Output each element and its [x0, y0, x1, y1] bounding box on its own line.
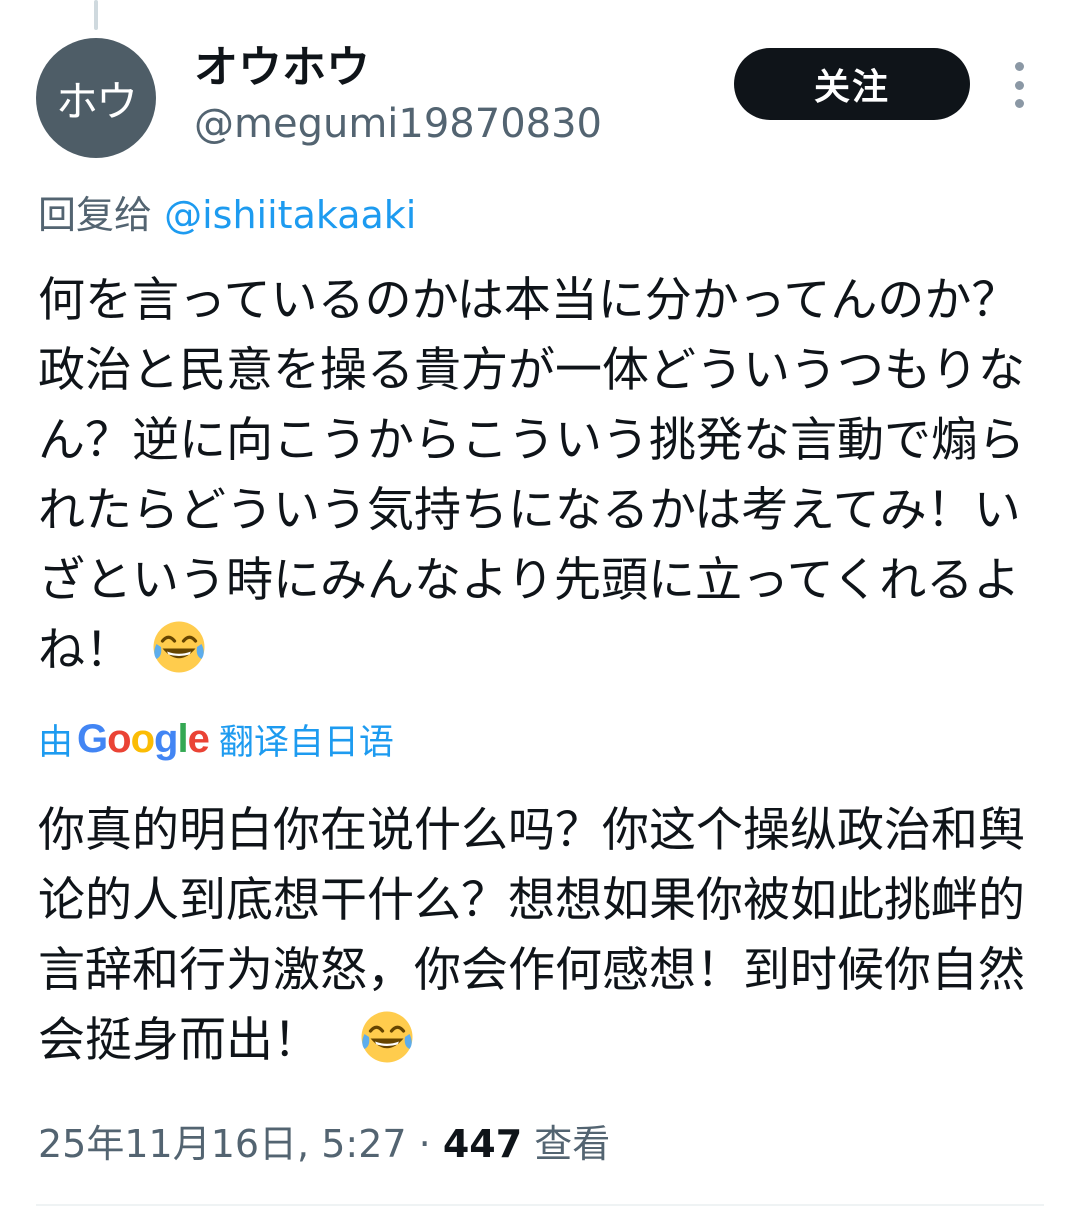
- reply-prefix: 回复给: [38, 193, 153, 237]
- view-count[interactable]: 447: [443, 1122, 522, 1166]
- more-vertical-icon: [1014, 62, 1024, 71]
- reply-mention-link[interactable]: @ishiitakaaki: [164, 193, 416, 237]
- divider: [36, 1204, 1044, 1206]
- more-options-button[interactable]: [1004, 62, 1034, 108]
- follow-button[interactable]: 关注: [734, 48, 970, 120]
- tweet-timestamp[interactable]: 25年11月16日, 5:27: [38, 1122, 407, 1166]
- meta-separator: ·: [406, 1122, 443, 1166]
- google-logo: Google: [77, 716, 210, 761]
- tweet-text-original: 何を言っているのかは本当に分かってんのか？政治と民意を操る貴方が一体どういうつも…: [38, 266, 1038, 686]
- face-with-tears-of-joy-icon: [361, 1011, 413, 1063]
- face-with-tears-of-joy-icon: [153, 621, 205, 673]
- author-display-name[interactable]: オウホウ: [194, 40, 370, 96]
- translate-suffix: 翻译自日语: [218, 722, 394, 763]
- view-label[interactable]: 查看: [534, 1122, 610, 1166]
- more-vertical-icon-dot: [1014, 80, 1024, 90]
- reply-context: 回复给 @ishiitakaaki: [38, 190, 416, 240]
- translation-attribution[interactable]: 由 Google 翻译自日语: [38, 714, 394, 764]
- more-vertical-icon-dot: [1014, 99, 1024, 108]
- avatar[interactable]: ホウ: [36, 38, 156, 158]
- tweet-text-translated-body: 你真的明白你在说什么吗？你这个操纵政治和舆论的人到底想干什么？想想如果你被如此挑…: [38, 803, 1025, 1068]
- tweet-metadata: 25年11月16日, 5:27 · 447 查看: [38, 1116, 610, 1172]
- tweet-text-translated: 你真的明白你在说什么吗？你这个操纵政治和舆论的人到底想干什么？想想如果你被如此挑…: [38, 796, 1038, 1076]
- thread-connector-line: [94, 0, 98, 30]
- tweet-text-original-body: 何を言っているのかは本当に分かってんのか？政治と民意を操る貴方が一体どういうつも…: [38, 273, 1025, 678]
- author-handle[interactable]: @megumi19870830: [194, 98, 602, 150]
- translate-prefix: 由: [38, 722, 74, 763]
